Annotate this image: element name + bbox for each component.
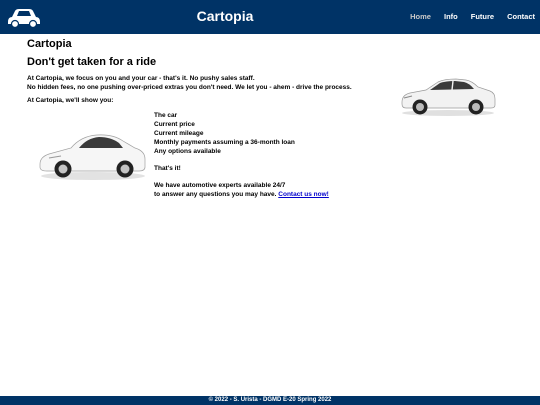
experts-text: to answer any questions you may have. xyxy=(154,191,277,198)
nav-future[interactable]: Future xyxy=(471,12,494,21)
feature-list: The car Current price Current mileage Mo… xyxy=(154,111,374,199)
site-footer: © 2022 - S. Urista - DGMD E-20 Spring 20… xyxy=(0,396,540,405)
show-label: At Cartopia, we'll show you: xyxy=(27,97,114,104)
site-header: Cartopia Home Info Future Contact xyxy=(0,0,540,34)
page-subheading: Don't get taken for a ride xyxy=(27,56,157,68)
list-item: The car xyxy=(154,112,178,119)
main-content: Cartopia Don't get taken for a ride At C… xyxy=(27,38,517,198)
contact-link[interactable]: Contact us now! xyxy=(278,191,329,198)
list-item: Monthly payments assuming a 36-month loa… xyxy=(154,139,295,146)
experts-line-1: We have automotive experts available 24/… xyxy=(154,182,286,189)
nav-info[interactable]: Info xyxy=(444,12,458,21)
experts-line-2: to answer any questions you may have. Co… xyxy=(154,190,374,199)
thats-it-text: That's it! xyxy=(154,165,181,172)
sports-car-image xyxy=(39,134,146,180)
page-heading: Cartopia xyxy=(27,38,72,50)
intro-paragraph: At Cartopia, we focus on you and your ca… xyxy=(27,74,387,92)
list-item: Any options available xyxy=(154,148,221,155)
nav-home[interactable]: Home xyxy=(410,12,431,21)
site-title: Cartopia xyxy=(196,8,254,24)
intro-line-2: No hidden fees, no one pushing over-pric… xyxy=(27,84,352,91)
list-item: Current mileage xyxy=(154,130,204,137)
nav-bar: Home Info Future Contact xyxy=(410,12,535,21)
list-item: Current price xyxy=(154,121,195,128)
nav-contact[interactable]: Contact xyxy=(507,12,535,21)
car-logo-icon[interactable] xyxy=(6,5,42,29)
intro-line-1: At Cartopia, we focus on you and your ca… xyxy=(27,75,255,82)
sedan-car-image xyxy=(401,78,496,116)
